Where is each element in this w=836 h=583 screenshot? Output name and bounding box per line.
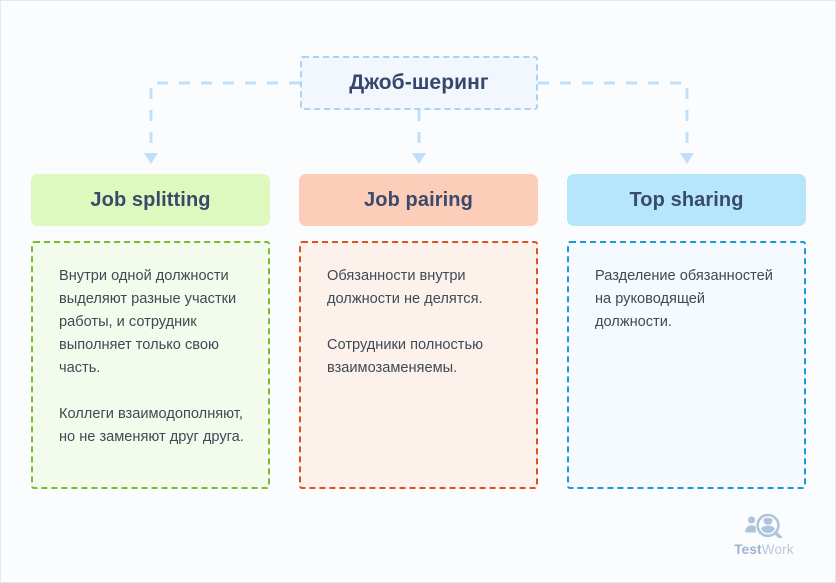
connector-left (149, 81, 300, 153)
column-panel-job-pairing: Обязанности внутри должности не делятся.… (299, 241, 538, 489)
column-header-label: Job pairing (364, 188, 473, 211)
diagram-canvas: Джоб-шеринг Job splitting Внутри одной д… (0, 0, 836, 583)
people-search-icon (745, 513, 782, 538)
column-header-job-pairing: Job pairing (299, 174, 538, 226)
panel-paragraph: Обязанности внутри должности не делятся. (327, 268, 483, 307)
column-header-label: Job splitting (90, 188, 211, 211)
column-job-pairing: Job pairing Обязанности внутри должности… (299, 174, 538, 489)
logo-text-work: Work (761, 542, 794, 557)
logo-wordmark: TestWork (734, 542, 794, 557)
arrow-down-icon-right (680, 153, 694, 164)
connector-right (538, 81, 689, 153)
logo-text-test: Test (734, 542, 762, 557)
arrow-down-icon-left (144, 153, 158, 164)
root-node-label: Джоб-шеринг (349, 71, 489, 94)
column-top-sharing: Top sharing Разделение обязанностей на р… (567, 174, 806, 489)
column-panel-top-sharing: Разделение обязанностей на руководящей д… (567, 241, 806, 489)
column-header-job-splitting: Job splitting (31, 174, 270, 226)
column-panel-job-splitting: Внутри одной должности выделяют разные у… (31, 241, 270, 489)
testwork-logo: TestWork (729, 513, 799, 557)
root-node-job-sharing: Джоб-шеринг (300, 56, 538, 110)
arrow-down-icon-center (412, 153, 426, 164)
panel-paragraph: Разделение обязанностей на руководящей д… (595, 268, 773, 330)
panel-paragraph: Сотрудники полностью взаимозаменяемы. (327, 337, 484, 376)
panel-paragraph: Коллеги взаимодополняют, но не заменяют … (59, 406, 244, 445)
column-header-label: Top sharing (629, 188, 744, 211)
column-header-top-sharing: Top sharing (567, 174, 806, 226)
column-job-splitting: Job splitting Внутри одной должности выд… (31, 174, 270, 489)
panel-paragraph: Внутри одной должности выделяют разные у… (59, 268, 237, 376)
